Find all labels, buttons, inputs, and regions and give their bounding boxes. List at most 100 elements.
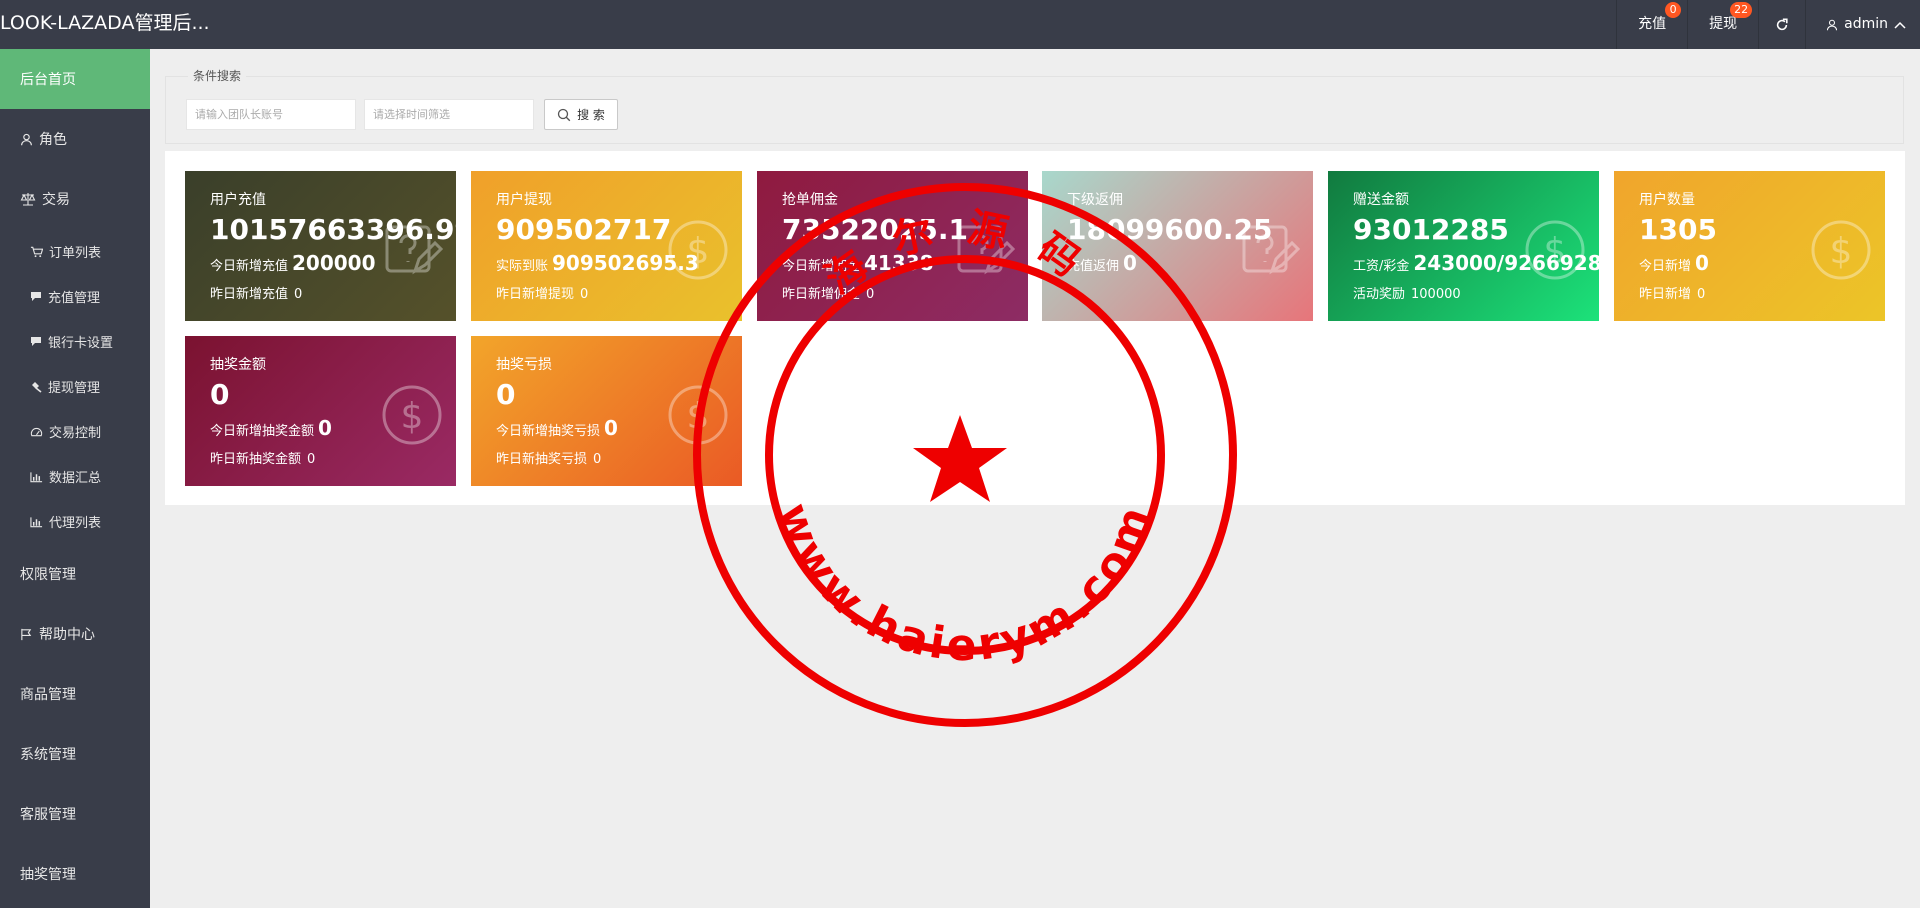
card-line1-value: 41338 xyxy=(864,251,934,275)
stats-panel: 用户充值 10157663396.99 今日新增充值 200000 昨日新增充值 0… xyxy=(165,151,1905,505)
search-button-label: 搜 索 xyxy=(577,108,605,122)
card-title: 抢单佣金 xyxy=(782,192,838,208)
dollar-icon: $ xyxy=(382,385,442,445)
card-line1-value: 0 xyxy=(318,416,332,440)
sidebar-item-customer-service[interactable]: 客服管理 xyxy=(0,784,150,844)
card-title: 下级返佣 xyxy=(1067,192,1123,208)
sidebar-subitem-label: 代理列表 xyxy=(49,516,102,531)
user-icon xyxy=(1827,19,1838,30)
top-bar: LOOK-LAZADA管理后... 充值 0 提现 22 admin xyxy=(0,0,1920,49)
sidebar-item-system[interactable]: 系统管理 xyxy=(0,724,150,784)
time-filter-input[interactable] xyxy=(364,99,534,130)
card-title: 抽奖亏损 xyxy=(496,357,552,373)
card-line1-value: 0 xyxy=(1695,251,1709,275)
card-line1: 今日新增抽奖亏损 0 xyxy=(496,416,618,440)
card-line2: 昨日新增提现 0 xyxy=(496,283,588,302)
card-line2-value: 0 xyxy=(294,287,303,302)
dollar-icon: $ xyxy=(668,220,728,280)
sidebar-item-lottery[interactable]: 抽奖管理 xyxy=(0,844,150,904)
sidebar-subitem-label: 充值管理 xyxy=(48,291,101,306)
card-line1: 充值返佣 0 xyxy=(1067,251,1137,275)
sidebar-subitem-label: 提现管理 xyxy=(48,381,101,396)
stat-card-user-count: 用户数量 1305 今日新增 0 昨日新增 0 $ xyxy=(1614,171,1885,321)
chevron-up-icon xyxy=(1894,21,1906,29)
card-title: 用户提现 xyxy=(496,192,552,208)
search-legend: 条件搜索 xyxy=(188,67,247,84)
sidebar-item-label: 角色 xyxy=(39,132,67,148)
sidebar-subitem-bankcard[interactable]: 银行卡设置 xyxy=(0,319,150,364)
card-line1-label: 今日新增抽奖金额 xyxy=(210,424,315,439)
sidebar-subitem-orders[interactable]: 订单列表 xyxy=(0,229,150,274)
edit-icon xyxy=(1242,225,1300,275)
stat-card-user-recharge: 用户充值 10157663396.99 今日新增充值 200000 昨日新增充值 0 xyxy=(185,171,456,321)
card-line2: 昨日新增充值 0 xyxy=(210,283,302,302)
stat-card-lottery-amount: 抽奖金额 0 今日新增抽奖金额 0 昨日新抽奖金额 0 $ xyxy=(185,336,456,486)
sidebar-subitem-label: 数据汇总 xyxy=(49,471,102,486)
svg-text:$: $ xyxy=(1830,231,1853,272)
sidebar-subitem-label: 银行卡设置 xyxy=(48,336,114,351)
svg-text:$: $ xyxy=(1544,231,1567,272)
card-line1-value: 200000 xyxy=(292,251,376,275)
card-line1-label: 今日新增佣金 xyxy=(782,259,861,274)
sidebar-subitem-label: 交易控制 xyxy=(49,426,102,441)
card-line1-label: 今日新增 xyxy=(1639,259,1692,274)
card-line1-label: 实际到账 xyxy=(496,259,549,274)
card-title: 用户充值 xyxy=(210,192,266,208)
sidebar-item-label: 系统管理 xyxy=(20,747,76,763)
sidebar-item-role[interactable]: 角色 xyxy=(0,109,150,169)
sidebar-item-label: 权限管理 xyxy=(20,567,76,583)
card-line1-label: 今日新增抽奖亏损 xyxy=(496,424,601,439)
recharge-badge: 0 xyxy=(1665,2,1682,18)
sidebar-item-trade[interactable]: 交易 xyxy=(0,169,150,229)
card-line1: 今日新增抽奖金额 0 xyxy=(210,416,332,440)
card-line1-label: 今日新增充值 xyxy=(210,259,289,274)
svg-text:www.haierym.com: www.haierym.com xyxy=(767,497,1162,672)
card-line1: 今日新增佣金 41338 xyxy=(782,251,934,275)
stat-card-gift-amount: 赠送金额 93012285 工资/彩金 243000/9266928 活动奖励 10… xyxy=(1328,171,1599,321)
svg-text:$: $ xyxy=(401,396,424,437)
sidebar-subitem-withdraw[interactable]: 提现管理 xyxy=(0,364,150,409)
sidebar-subitem-trade-control[interactable]: 交易控制 xyxy=(0,409,150,454)
user-name: admin xyxy=(1844,16,1888,32)
search-button[interactable]: 搜 索 xyxy=(544,99,618,130)
card-line2-value: 0 xyxy=(307,452,316,467)
recharge-label: 充值 xyxy=(1638,16,1667,32)
hammer-icon xyxy=(32,381,42,393)
card-line2-label: 昨日新增佣金 xyxy=(782,287,861,302)
sidebar-item-label: 客服管理 xyxy=(20,807,76,823)
sidebar-item-help[interactable]: 帮助中心 xyxy=(0,604,150,664)
card-line1: 今日新增 0 xyxy=(1639,251,1709,275)
card-title: 用户数量 xyxy=(1639,192,1695,208)
cart-icon xyxy=(30,246,43,257)
card-value: 0 xyxy=(210,378,230,411)
app-title: LOOK-LAZADA管理后... xyxy=(0,12,210,34)
user-icon xyxy=(21,133,32,145)
sidebar-item-label: 交易 xyxy=(42,192,70,208)
refresh-button[interactable] xyxy=(1758,0,1805,49)
card-line2-label: 昨日新抽奖亏损 xyxy=(496,452,588,467)
svg-text:$: $ xyxy=(687,396,710,437)
sidebar-item-label: 抽奖管理 xyxy=(20,867,76,883)
withdraw-nav[interactable]: 提现 22 xyxy=(1687,0,1758,49)
sidebar-subitem-recharge[interactable]: 充值管理 xyxy=(0,274,150,319)
sidebar-subitem-agents[interactable]: 代理列表 xyxy=(0,499,150,544)
team-leader-input[interactable] xyxy=(186,99,356,130)
card-value: 73522025.1 xyxy=(782,213,968,246)
comment-icon xyxy=(31,337,41,346)
dashboard-icon xyxy=(30,427,43,436)
card-line2-label: 昨日新增 xyxy=(1639,287,1692,302)
stat-card-lottery-loss: 抽奖亏损 0 今日新增抽奖亏损 0 昨日新抽奖亏损 0 $ xyxy=(471,336,742,486)
sidebar-item-label: 帮助中心 xyxy=(39,627,95,643)
card-line2-value: 0 xyxy=(580,287,589,302)
recharge-nav[interactable]: 充值 0 xyxy=(1616,0,1687,49)
sidebar-subitem-data-summary[interactable]: 数据汇总 xyxy=(0,454,150,499)
card-line2-label: 昨日新增提现 xyxy=(496,287,575,302)
chart-icon xyxy=(30,471,43,482)
sidebar-item-permissions[interactable]: 权限管理 xyxy=(0,544,150,604)
sidebar-item-products[interactable]: 商品管理 xyxy=(0,664,150,724)
card-line2-label: 活动奖励 xyxy=(1353,287,1406,302)
card-line2-label: 昨日新抽奖金额 xyxy=(210,452,302,467)
dollar-icon: $ xyxy=(668,385,728,445)
user-menu[interactable]: admin xyxy=(1805,0,1920,49)
sidebar-item-home[interactable]: 后台首页 xyxy=(0,49,150,109)
